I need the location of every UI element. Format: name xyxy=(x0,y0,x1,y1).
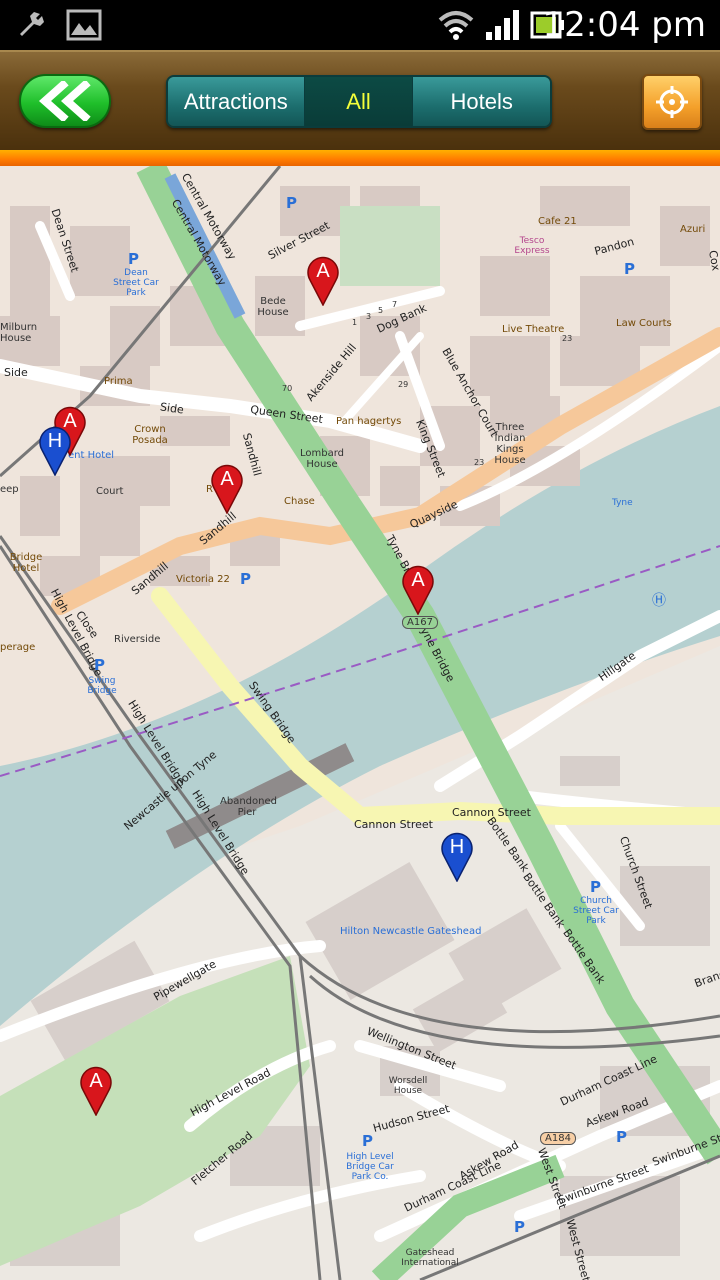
back-button[interactable] xyxy=(19,74,111,128)
poi-perage: perage xyxy=(0,642,36,653)
parking-icon: P xyxy=(616,1128,627,1146)
hotel-marker[interactable]: H xyxy=(440,830,474,882)
parking-icon: P xyxy=(362,1132,373,1150)
house-number: 3 xyxy=(366,312,372,321)
parking-icon: P xyxy=(94,656,105,674)
poi-crown-posada: Crown Posada xyxy=(132,424,168,446)
house-number: 1 xyxy=(352,318,358,327)
image-icon xyxy=(66,0,102,50)
poi-victoria-22: Victoria 22 xyxy=(176,574,230,585)
parking-icon: P xyxy=(128,250,139,268)
parking-icon: P xyxy=(514,1218,525,1236)
marker-letter: H xyxy=(450,836,464,858)
toolbar-divider xyxy=(0,150,720,166)
poi-pan-hagertys: Pan hagertys xyxy=(336,416,402,427)
poi-milburn-house: Milburn House xyxy=(0,322,38,344)
house-number: 70 xyxy=(282,384,293,393)
poi-live-theatre: Live Theatre xyxy=(502,324,565,335)
house-number: 7 xyxy=(392,300,398,309)
helipad-icon: Ⓗ xyxy=(652,593,666,609)
tab-attractions[interactable]: Attractions xyxy=(168,77,305,126)
road-cannon-street: Cannon Street xyxy=(354,818,433,831)
attraction-marker[interactable]: A xyxy=(401,563,435,615)
house-number: 23 xyxy=(562,334,573,343)
marker-letter: A xyxy=(220,468,234,490)
hotel-marker[interactable]: H xyxy=(38,424,72,476)
river-label-tyne: Tyne xyxy=(612,498,633,508)
poi-law-courts: Law Courts xyxy=(616,318,672,329)
tab-hotels[interactable]: Hotels xyxy=(413,77,550,126)
parking-icon: P xyxy=(590,878,601,896)
marker-letter: H xyxy=(48,430,62,452)
poi-bede-house: Bede House xyxy=(257,296,289,318)
marker-letter: A xyxy=(316,260,330,282)
house-number: 23 xyxy=(474,458,485,467)
poi-chase: Chase xyxy=(284,496,315,507)
tab-all[interactable]: All xyxy=(304,77,414,126)
poi-lombard-house: Lombard House xyxy=(299,448,344,470)
attraction-marker[interactable]: A xyxy=(210,462,244,514)
status-bar: 12:04 pm xyxy=(0,0,720,50)
parking-icon: P xyxy=(286,194,297,212)
filter-segmented-control: Attractions All Hotels xyxy=(166,75,552,128)
poi-abandoned-pier: Abandoned Pier xyxy=(220,796,277,818)
wifi-icon xyxy=(438,0,474,50)
poi-dean-street-car-park: Dean Street Car Park xyxy=(113,268,159,298)
poi-prima: Prima xyxy=(104,376,133,387)
poi-azuri: Azuri xyxy=(680,224,706,235)
poi-worsdell-house: Worsdell House xyxy=(388,1076,428,1096)
wrench-icon xyxy=(14,0,48,50)
poi-tesco-express: Tesco Express xyxy=(514,236,550,256)
poi-three-indian-kings-house: Three Indian Kings House xyxy=(494,422,526,466)
signal-icon xyxy=(484,0,520,50)
house-number: 29 xyxy=(398,380,409,389)
poi-eep: eep xyxy=(0,484,19,495)
marker-letter: A xyxy=(411,569,425,591)
clock: 12:04 pm xyxy=(542,5,707,45)
road-cox: Cox xyxy=(706,249,720,272)
poi-swing-bridge: Swing Bridge xyxy=(87,676,117,696)
poi-gateshead-international: Gateshead International xyxy=(401,1248,459,1268)
parking-icon: P xyxy=(624,260,635,278)
poi-church-street-car-park: Church Street Car Park xyxy=(573,896,619,926)
marker-letter: A xyxy=(89,1070,103,1092)
poi-cafe-21: Cafe 21 xyxy=(538,216,577,227)
map-view[interactable]: Dean Street Central Motorway Central Mot… xyxy=(0,166,720,1280)
poi-bridge-hotel: Bridge Hotel xyxy=(9,552,43,574)
attraction-marker[interactable]: A xyxy=(306,254,340,306)
road-side: Side xyxy=(4,366,28,379)
poi-high-level-bridge-car-park: High Level Bridge Car Park Co. xyxy=(346,1152,394,1182)
locate-button[interactable] xyxy=(642,74,702,130)
attraction-marker[interactable]: A xyxy=(79,1064,113,1116)
poi-riverside: Riverside xyxy=(114,634,161,645)
road-shield-a167: A167 xyxy=(402,616,438,629)
crosshair-icon xyxy=(656,86,688,118)
house-number: 5 xyxy=(378,306,384,315)
poi-court: Court xyxy=(96,486,124,497)
double-chevron-left-icon xyxy=(38,81,91,121)
road-shield-a184: A184 xyxy=(540,1132,576,1145)
poi-hilton: Hilton Newcastle Gateshead xyxy=(340,926,482,937)
parking-icon: P xyxy=(240,570,251,588)
